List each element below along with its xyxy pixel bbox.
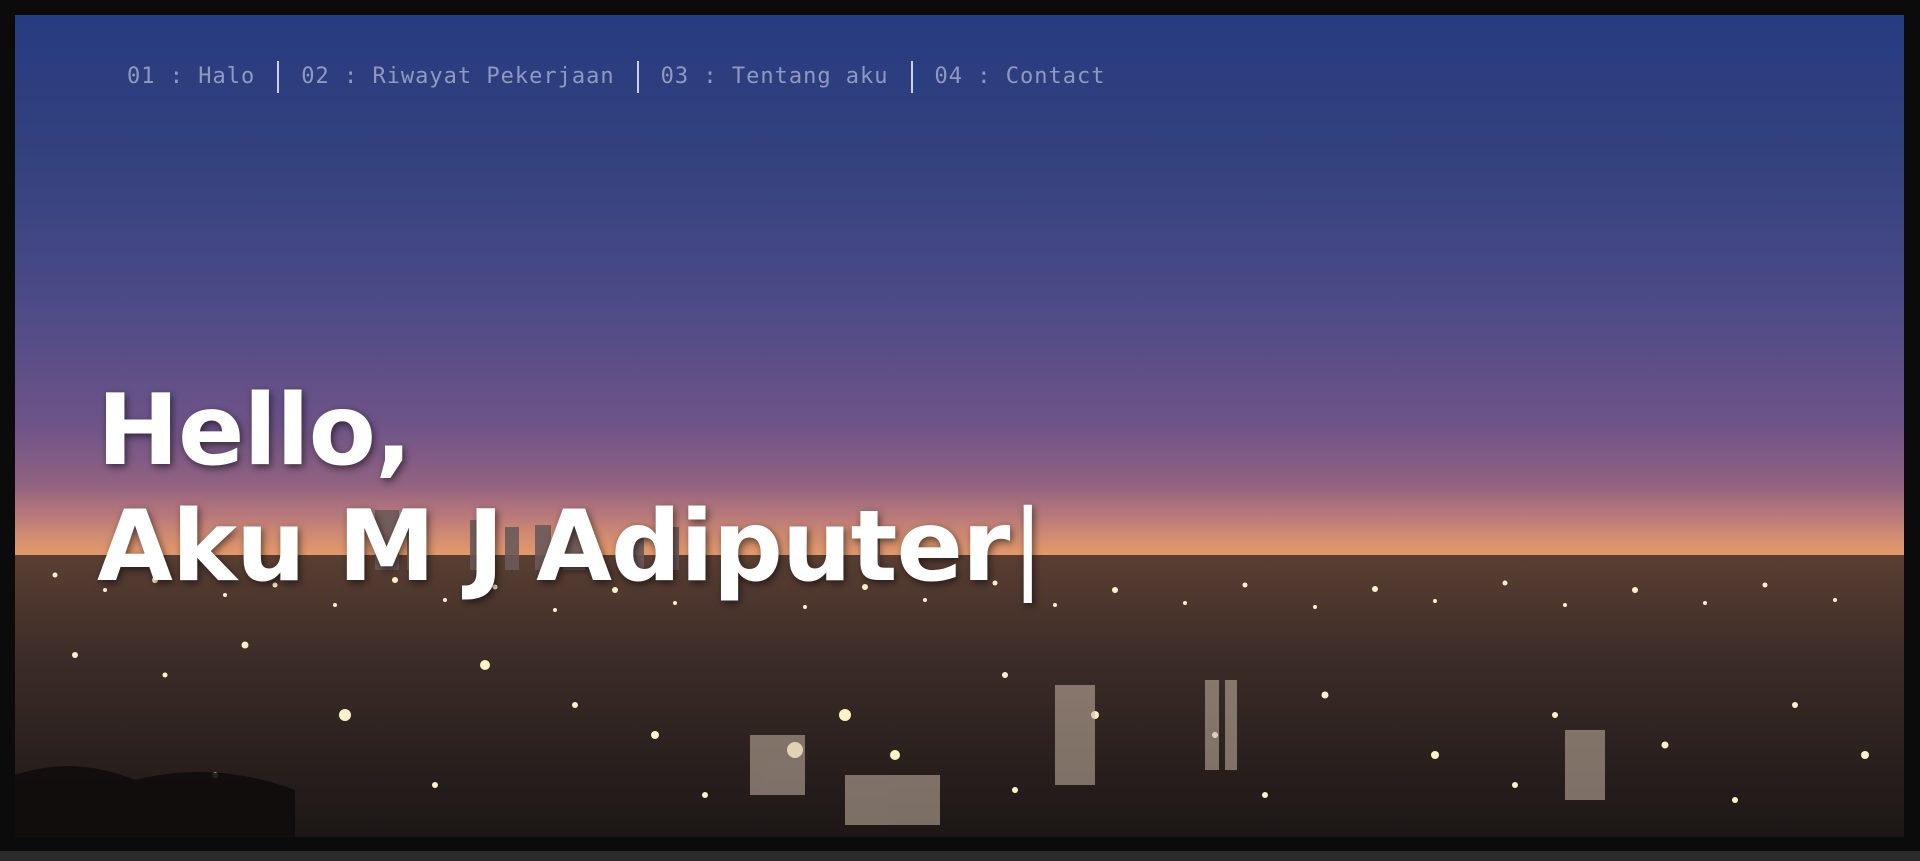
hero-section: 01 : Halo 02 : Riwayat Pekerjaan 03 : Te…: [15, 15, 1904, 837]
nav-item-contact[interactable]: 04 : Contact: [913, 62, 1128, 92]
nav-item-tentang-aku[interactable]: 03 : Tentang aku: [639, 62, 911, 92]
greeting-text: Hello,: [97, 373, 412, 488]
nav-item-halo[interactable]: 01 : Halo: [127, 62, 277, 92]
typing-cursor: |: [1011, 489, 1044, 604]
hero-headline: Hello, Aku M J Adiputer|: [97, 373, 1044, 605]
main-navigation: 01 : Halo 02 : Riwayat Pekerjaan 03 : Te…: [127, 61, 1128, 93]
nav-item-riwayat-pekerjaan[interactable]: 02 : Riwayat Pekerjaan: [279, 62, 636, 92]
page: 01 : Halo 02 : Riwayat Pekerjaan 03 : Te…: [0, 0, 1920, 861]
bottom-bar: [0, 851, 1920, 861]
intro-text: Aku M J Adiputer: [97, 489, 1010, 604]
intro-line: Aku M J Adiputer|: [97, 489, 1044, 605]
